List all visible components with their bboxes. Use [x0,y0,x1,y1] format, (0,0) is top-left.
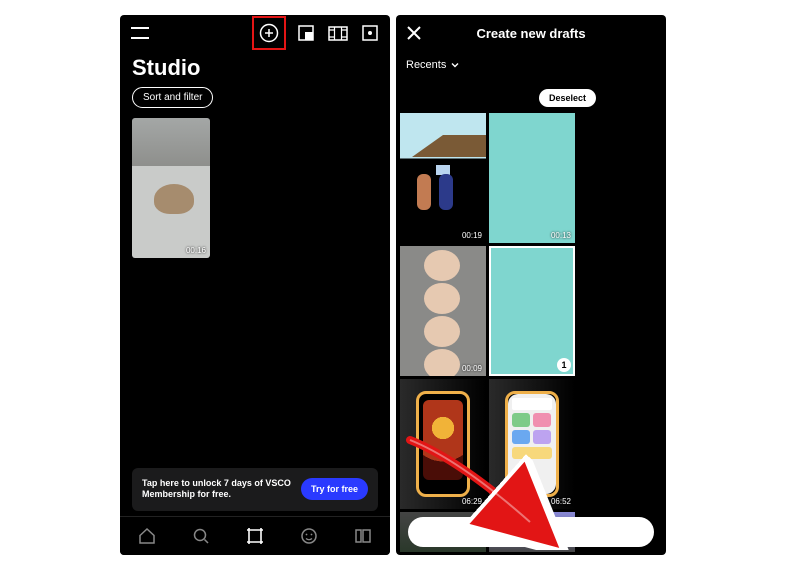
studio-tab-icon[interactable] [243,524,267,548]
selection-badge: 1 [557,358,571,372]
media-thumb[interactable]: 06:52 [489,379,575,509]
top-bar-actions [252,16,382,50]
media-grid: 00:19 00:13 00:09 1 06:29 [396,113,666,555]
deselect-row: Deselect [396,75,666,113]
membership-promo[interactable]: Tap here to unlock 7 days of VSCO Member… [132,468,378,511]
face-icon[interactable] [297,524,321,548]
top-bar [120,15,390,51]
bottom-tab-bar [120,516,390,555]
duration-label: 00:19 [462,231,482,240]
promo-text: Tap here to unlock 7 days of VSCO Member… [142,478,292,501]
media-thumb-selected[interactable]: 1 [489,246,575,376]
media-thumb[interactable]: 06:29 [400,379,486,509]
draft-thumb[interactable]: 00:16 [132,118,210,258]
album-name: Recents [406,59,446,71]
duration-label: 06:52 [551,497,571,506]
home-icon[interactable] [135,524,159,548]
duration-label: 00:09 [462,364,482,373]
duration-label: 00:16 [186,246,206,255]
menu-icon[interactable] [128,21,152,45]
media-thumb[interactable]: 00:09 [400,246,486,376]
page-title: Studio [120,51,390,87]
deselect-button[interactable]: Deselect [539,89,596,107]
chevron-down-icon [450,60,460,70]
confirm-button[interactable]: Confirm [408,517,654,547]
try-for-free-button[interactable]: Try for free [301,478,368,500]
studio-screen: Studio Sort and filter 00:16 Tap here to… [120,15,390,555]
create-drafts-screen: Create new drafts Recents Deselect 00:19… [396,15,666,555]
focus-icon[interactable] [358,21,382,45]
add-icon[interactable] [252,16,286,50]
media-thumb[interactable]: 00:13 [489,113,575,243]
modal-header: Create new drafts [396,15,666,51]
spaces-icon[interactable] [351,524,375,548]
duration-label: 00:13 [551,231,571,240]
modal-title: Create new drafts [396,26,666,41]
studio-grid: 00:16 [120,108,390,268]
search-icon[interactable] [189,524,213,548]
montage-icon[interactable] [294,21,318,45]
media-thumb[interactable]: 00:19 [400,113,486,243]
duration-label: 06:29 [462,497,482,506]
album-picker[interactable]: Recents [396,51,666,75]
filmstrip-icon[interactable] [326,21,350,45]
sort-filter-button[interactable]: Sort and filter [132,87,213,108]
close-icon[interactable] [406,25,430,41]
